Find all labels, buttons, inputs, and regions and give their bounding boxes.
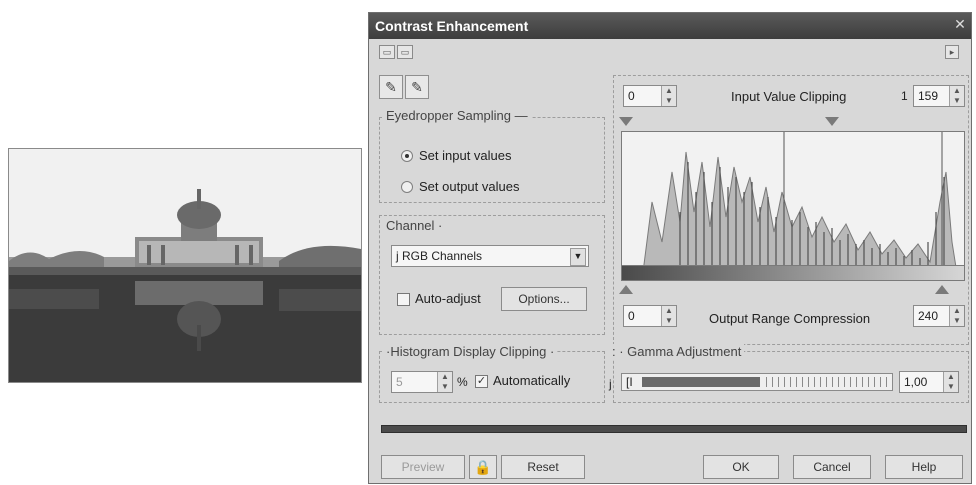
input-mid-slider-handle[interactable] (825, 117, 839, 126)
reset-button[interactable]: Reset (501, 455, 585, 479)
dialog-title: Contrast Enhancement (375, 18, 529, 34)
set-input-values-label[interactable]: Set input values (419, 148, 512, 163)
histogram-chart (621, 131, 965, 281)
close-icon[interactable]: ✕ (953, 17, 967, 31)
gamma-slider[interactable]: [I (621, 373, 893, 391)
gamma-value: 1,00 (904, 375, 928, 389)
gamma-value-field[interactable]: 1,00 ▲ ▼ (899, 371, 959, 393)
percent-unit: % (457, 375, 468, 389)
spin-arrows-icon[interactable]: ▲ ▼ (949, 86, 964, 106)
gamma-adjustment-label: : · Gamma Adjustment (609, 344, 745, 359)
output-low-field[interactable]: 0 ▲ ▼ (623, 305, 677, 327)
automatically-label[interactable]: Automatically (493, 373, 570, 388)
clipping-percent-field[interactable]: 5 ▲ ▼ (391, 371, 453, 393)
spin-arrows-icon[interactable]: ▲ ▼ (943, 372, 958, 392)
view-after-icon[interactable]: ▭ (397, 45, 413, 59)
collapse-arrow-icon[interactable]: ▸ (945, 45, 959, 59)
eyedropper-white-icon[interactable]: ✎ (405, 75, 429, 99)
channel-label: Channel · (383, 218, 446, 233)
options-button[interactable]: Options... (501, 287, 587, 311)
input-low-value: 0 (628, 89, 635, 103)
output-high-field[interactable]: 240 ▲ ▼ (913, 305, 965, 327)
gamma-slider-ticks (766, 377, 888, 387)
ok-button[interactable]: OK (703, 455, 779, 479)
channel-group (379, 215, 605, 335)
preview-button[interactable]: Preview (381, 455, 465, 479)
photo-preview (8, 148, 362, 383)
progress-bar (381, 425, 967, 433)
input-value-clipping-title: Input Value Clipping (731, 89, 847, 104)
cancel-button[interactable]: Cancel (793, 455, 871, 479)
set-output-values-radio[interactable] (401, 181, 413, 193)
spin-arrows-icon[interactable]: ▲ ▼ (661, 306, 676, 326)
contrast-enhancement-dialog: Contrast Enhancement ✕ ▭ ▭ ▸ ✎ ✎ Eyedrop… (368, 12, 972, 484)
spin-arrows-icon[interactable]: ▲ ▼ (949, 306, 964, 326)
input-low-slider-handle[interactable] (619, 117, 633, 126)
gamma-slider-track (642, 377, 760, 387)
input-high-value: 159 (918, 89, 939, 103)
auto-adjust-label[interactable]: Auto-adjust (415, 291, 481, 306)
set-output-values-label[interactable]: Set output values (419, 179, 519, 194)
help-button[interactable]: Help (885, 455, 963, 479)
channel-select[interactable]: j RGB Channels ▼ (391, 245, 589, 267)
lock-icon[interactable]: 🔒 (469, 455, 497, 479)
eyedropper-sampling-label: Eyedropper Sampling — (383, 108, 531, 123)
auto-adjust-checkbox[interactable] (397, 293, 410, 306)
gamma-prefix: j (609, 377, 612, 391)
histogram-display-clipping-label: ·Histogram Display Clipping · (383, 344, 558, 359)
channel-select-value: j RGB Channels (396, 249, 483, 263)
automatically-checkbox[interactable]: ✓ (475, 375, 488, 388)
output-low-slider-handle[interactable] (619, 285, 633, 294)
view-before-icon[interactable]: ▭ (379, 45, 395, 59)
output-high-value: 240 (918, 309, 939, 323)
spin-arrows-icon[interactable]: ▲ ▼ (437, 372, 452, 392)
input-high-field[interactable]: 159 ▲ ▼ (913, 85, 965, 107)
output-range-compression-title: Output Range Compression (709, 311, 871, 326)
set-input-values-radio[interactable] (401, 150, 413, 162)
chevron-down-icon[interactable]: ▼ (570, 248, 586, 266)
input-low-field[interactable]: 0 ▲ ▼ (623, 85, 677, 107)
input-high-prefix: 1 (901, 89, 908, 103)
title-bar: Contrast Enhancement ✕ (369, 13, 971, 39)
clipping-percent-value: 5 (396, 375, 403, 389)
output-high-slider-handle[interactable] (935, 285, 949, 294)
output-low-value: 0 (628, 309, 635, 323)
eyedropper-black-icon[interactable]: ✎ (379, 75, 403, 99)
gamma-left-text: [I (626, 375, 633, 389)
spin-arrows-icon[interactable]: ▲ ▼ (661, 86, 676, 106)
output-gradient-bar (621, 265, 965, 281)
